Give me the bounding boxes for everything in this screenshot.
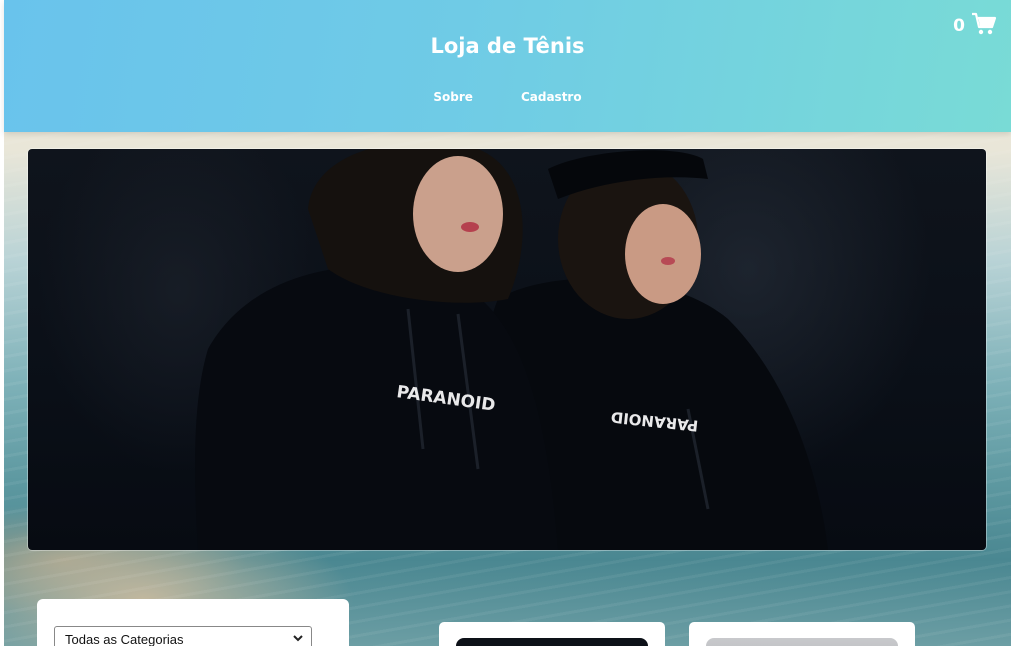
category-filter-panel: Todas as Categorias xyxy=(37,599,349,646)
product-image xyxy=(706,638,898,646)
product-card[interactable] xyxy=(439,622,665,646)
category-select-value: Todas as Categorias xyxy=(65,632,184,646)
hero-banner: PARANOID PARANOID xyxy=(28,149,986,550)
nav-link-sobre[interactable]: Sobre xyxy=(433,90,473,104)
site-title: Loja de Tênis xyxy=(430,34,585,58)
site-header: Loja de Tênis Sobre Cadastro 0 xyxy=(4,0,1011,132)
cart-count: 0 xyxy=(953,16,965,36)
hero-image: PARANOID PARANOID xyxy=(195,149,828,550)
cart-button[interactable]: 0 xyxy=(953,12,997,40)
product-card[interactable] xyxy=(689,622,915,646)
chevron-down-icon xyxy=(293,635,303,642)
main-nav: Sobre Cadastro xyxy=(4,90,1011,104)
product-image xyxy=(456,638,648,646)
nav-link-cadastro[interactable]: Cadastro xyxy=(521,90,582,104)
category-select[interactable]: Todas as Categorias xyxy=(54,626,312,646)
shopping-cart-icon xyxy=(971,12,997,40)
